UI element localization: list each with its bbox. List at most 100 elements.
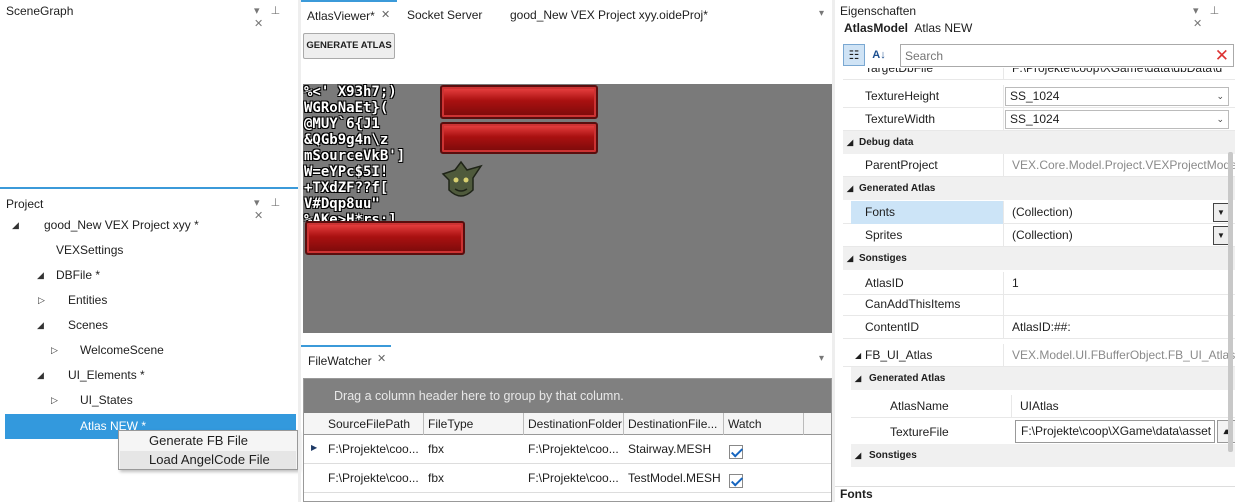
scenegraph-pane-controls[interactable]: ▾ ⊥ ✕: [254, 4, 298, 30]
cell-destinationfile[interactable]: Stairway.MESH: [624, 436, 724, 463]
tree-item-ui-elements[interactable]: ◢ UI_Elements *: [0, 363, 298, 388]
tab-atlasviewer[interactable]: AtlasViewer* ✕: [301, 0, 397, 30]
subcategory-generated-atlas[interactable]: ◢ Generated Atlas: [851, 367, 1235, 390]
expand-icon[interactable]: ◢: [855, 367, 861, 390]
object-name: Atlas NEW: [914, 21, 973, 35]
cell-sourcefilepath[interactable]: F:\Projekte\coo...: [324, 465, 424, 492]
property-name: TextureFile: [890, 425, 949, 439]
chevron-down-icon: ⌄: [1216, 114, 1224, 124]
close-icon[interactable]: ✕: [381, 8, 390, 21]
categorized-view-button[interactable]: ☷: [843, 44, 865, 66]
property-row-contentid[interactable]: ContentID AtlasID:##:: [843, 316, 1235, 339]
close-icon[interactable]: ✕: [377, 352, 386, 365]
group-panel[interactable]: Drag a column header here to group by th…: [304, 379, 831, 413]
property-row-targetdbfile[interactable]: TargetDbFile F:\Projekte\coop\XGame\data…: [843, 68, 1235, 80]
cell-filetype[interactable]: fbx: [424, 465, 524, 492]
collection-dropdown-button[interactable]: ▼: [1213, 203, 1229, 222]
expand-icon[interactable]: ◢: [37, 363, 44, 388]
property-row-fonts[interactable]: Fonts (Collection) ▼: [843, 201, 1235, 224]
property-value[interactable]: F:\Projekte\coop\XGame\data\dbData\d: [1003, 68, 1235, 80]
tab-label: good_New VEX Project xyy.oideProj*: [510, 8, 708, 22]
tree-item-entities[interactable]: ▷ Entities: [0, 288, 298, 313]
tab-project-file[interactable]: good_New VEX Project xyy.oideProj*: [510, 8, 708, 22]
category-debug-data[interactable]: ◢ Debug data: [843, 131, 1235, 154]
collapse-icon[interactable]: ▷: [51, 388, 58, 413]
cell-filetype[interactable]: fbx: [424, 436, 524, 463]
property-row-atlasname[interactable]: AtlasName UIAtlas: [851, 395, 1235, 418]
tree-item-scenes[interactable]: ◢ Scenes: [0, 313, 298, 338]
sort-alphabetical-button[interactable]: A↓: [868, 44, 890, 66]
category-generated-atlas[interactable]: ◢ Generated Atlas: [843, 177, 1235, 200]
splitter-left[interactable]: [298, 0, 301, 502]
property-value[interactable]: UIAtlas: [1011, 395, 1235, 418]
category-sonstiges[interactable]: ◢ Sonstiges: [843, 247, 1235, 270]
property-row-parentproject[interactable]: ParentProject VEX.Core.Model.Project.VEX…: [843, 154, 1235, 177]
texturefile-input[interactable]: F:\Projekte\coop\XGame\data\asset: [1015, 420, 1215, 443]
selected-object-header: AtlasModel Atlas NEW: [844, 21, 972, 35]
property-row-atlasid[interactable]: AtlasID 1: [843, 272, 1235, 295]
atlas-canvas[interactable]: %<' X93h7;) WGRoNaEt}( @MUY`6{J1 &QGb9g4…: [303, 84, 832, 333]
property-value[interactable]: 1: [1003, 272, 1235, 295]
filewatcher-panel: FileWatcher ✕ ▾ Drag a column header her…: [301, 345, 832, 502]
column-header-watch[interactable]: Watch: [724, 413, 804, 435]
generate-atlas-button[interactable]: GENERATE ATLAS: [303, 33, 395, 59]
category-label: Generated Atlas: [859, 183, 936, 194]
properties-pane-controls[interactable]: ▾ ⊥ ✕: [1193, 4, 1235, 30]
column-header-sourcefilepath[interactable]: SourceFilePath: [324, 413, 424, 435]
watch-checkbox[interactable]: [729, 474, 743, 488]
expand-icon[interactable]: ◢: [855, 344, 861, 367]
cell-sourcefilepath[interactable]: F:\Projekte\coo...: [324, 436, 424, 463]
property-row-texturefile[interactable]: TextureFile F:\Projekte\coop\XGame\data\…: [851, 419, 1235, 446]
clear-search-icon[interactable]: ✕: [1215, 45, 1229, 66]
splitter-right[interactable]: [832, 0, 835, 502]
collapse-icon[interactable]: ▷: [38, 288, 45, 313]
expand-icon[interactable]: ◢: [37, 263, 44, 288]
expand-icon[interactable]: ◢: [847, 131, 853, 154]
expand-icon[interactable]: ◢: [37, 313, 44, 338]
column-header-destinationfolder[interactable]: DestinationFolder: [524, 413, 624, 435]
category-label: Generated Atlas: [869, 373, 946, 384]
collapse-icon[interactable]: ▷: [51, 338, 58, 363]
textureheight-combo[interactable]: SS_1024 ⌄: [1005, 87, 1229, 106]
tree-item-ui-states[interactable]: ▷ UI_States: [0, 388, 298, 413]
table-row[interactable]: ▶ F:\Projekte\coo... fbx F:\Projekte\coo…: [304, 436, 831, 464]
table-row[interactable]: F:\Projekte\coo... fbx F:\Projekte\coo..…: [304, 465, 831, 493]
cell-destinationfile[interactable]: TestModel.MESH: [624, 465, 724, 492]
tree-item-dbfile[interactable]: ◢ DBFile *: [0, 263, 298, 288]
property-value[interactable]: (Collection): [1003, 201, 1235, 224]
expand-icon[interactable]: ◢: [847, 247, 853, 270]
font-atlas-glyphs: %<' X93h7;) WGRoNaEt}( @MUY`6{J1 &QGb9g4…: [304, 84, 406, 228]
property-row-canaddthisitems[interactable]: CanAddThisItems: [843, 293, 1235, 316]
tree-item-welcomescene[interactable]: ▷ WelcomeScene: [0, 338, 298, 363]
cell-destinationfolder[interactable]: F:\Projekte\coo...: [524, 436, 624, 463]
filewatcher-tab[interactable]: FileWatcher ✕: [301, 345, 391, 373]
menu-item-load-angelcode[interactable]: Load AngelCode File: [120, 451, 296, 469]
property-value[interactable]: AtlasID:##:: [1003, 316, 1235, 339]
property-row-textureheight[interactable]: TextureHeight SS_1024 ⌄: [843, 85, 1235, 108]
subcategory-sonstiges[interactable]: ◢ Sonstiges: [851, 444, 1235, 467]
search-input[interactable]: [901, 45, 1201, 66]
watch-checkbox[interactable]: [729, 445, 743, 459]
property-name: TextureWidth: [865, 112, 936, 126]
filewatcher-overflow-icon[interactable]: ▾: [819, 353, 824, 364]
tree-item-vexsettings[interactable]: VEXSettings: [0, 238, 298, 263]
expand-icon[interactable]: ◢: [855, 444, 861, 467]
cell-destinationfolder[interactable]: F:\Projekte\coo...: [524, 465, 624, 492]
texturewidth-combo[interactable]: SS_1024 ⌄: [1005, 110, 1229, 129]
property-row-fb-ui-atlas[interactable]: ◢ FB_UI_Atlas VEX.Model.UI.FBufferObject…: [843, 344, 1235, 367]
property-row-sprites[interactable]: Sprites (Collection) ▼: [843, 224, 1235, 247]
search-field[interactable]: ✕: [900, 44, 1234, 67]
menu-item-generate-fb[interactable]: Generate FB File: [120, 432, 296, 450]
column-header-filetype[interactable]: FileType: [424, 413, 524, 435]
property-grid-scrollbar[interactable]: [1228, 152, 1233, 452]
tab-overflow-icon[interactable]: ▾: [819, 8, 824, 19]
expand-icon[interactable]: ◢: [847, 177, 853, 200]
column-header-destinationfile[interactable]: DestinationFile...: [624, 413, 724, 435]
property-value[interactable]: [1003, 293, 1235, 316]
tree-item-root[interactable]: ◢ good_New VEX Project xyy *: [0, 213, 298, 238]
expand-icon[interactable]: ◢: [12, 213, 19, 238]
property-value[interactable]: (Collection): [1003, 224, 1235, 247]
collection-dropdown-button[interactable]: ▼: [1213, 226, 1229, 245]
property-row-texturewidth[interactable]: TextureWidth SS_1024 ⌄: [843, 108, 1235, 131]
tab-socket-server[interactable]: Socket Server: [407, 8, 482, 22]
